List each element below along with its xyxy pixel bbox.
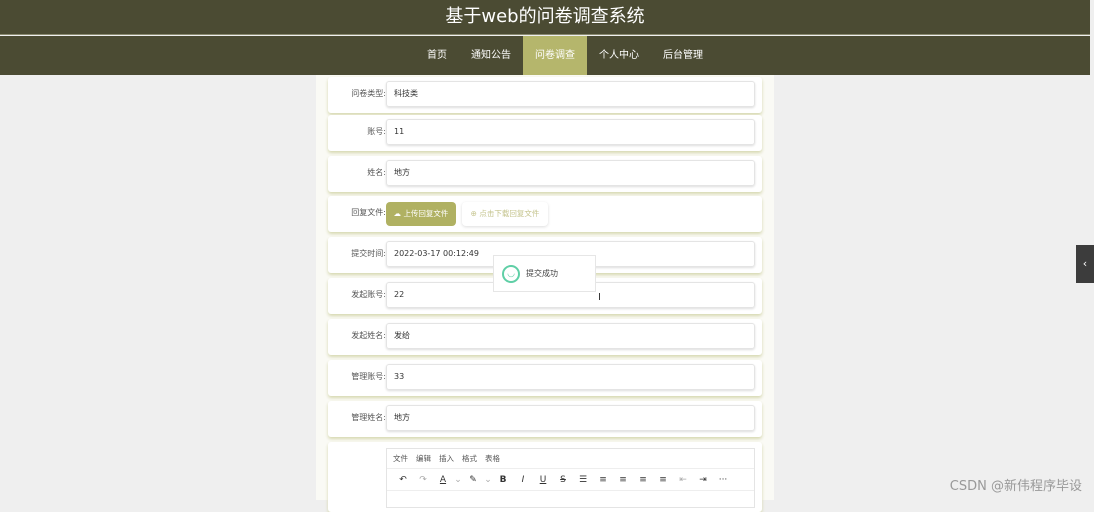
menu-format[interactable]: 格式 [462, 454, 477, 463]
name-input[interactable]: 地方 [386, 160, 755, 186]
label: 管理姓名: [351, 413, 386, 422]
label: 管理账号: [351, 372, 386, 381]
label: 发起姓名: [351, 331, 386, 340]
row-file: 回复文件: ☁ 上传回复文件 ⊕ 点击下载回复文件 [328, 196, 762, 232]
text-cursor-icon: I [598, 292, 601, 303]
italic-icon[interactable]: I [513, 475, 533, 485]
sender-name-input[interactable]: 发给 [386, 323, 755, 349]
smile-icon: ◡ [502, 265, 520, 283]
nav-admin[interactable]: 后台管理 [651, 36, 715, 75]
admin-account-input[interactable]: 33 [386, 364, 755, 390]
type-input[interactable]: 科技类 [386, 81, 755, 107]
toast-text: 提交成功 [526, 269, 558, 278]
success-toast: ◡ 提交成功 [493, 255, 596, 292]
download-link[interactable]: ⊕ 点击下载回复文件 [462, 202, 548, 226]
menu-table[interactable]: 表格 [485, 454, 500, 463]
rich-text-editor[interactable]: 文件 编辑 插入 格式 表格 ↶ ↷ A ⌄ ✎ ⌄ B I U S ☰ ≡ ≡ ≡ ≡… [386, 448, 755, 508]
label: 姓名: [367, 168, 386, 177]
chevron-down-icon[interactable]: ⌄ [453, 475, 463, 485]
label: 问卷类型: [351, 89, 386, 98]
highlight-icon[interactable]: ✎ [463, 475, 483, 485]
nav-survey[interactable]: 问卷调查 [523, 36, 587, 75]
bold-icon[interactable]: B [493, 475, 513, 485]
strikethrough-icon[interactable]: S [553, 475, 573, 485]
align-center-icon[interactable]: ≡ [613, 475, 633, 485]
label: 发起账号: [351, 290, 386, 299]
nav-notices[interactable]: 通知公告 [459, 36, 523, 75]
label: 回复文件: [351, 208, 386, 217]
row-admin-name: 管理姓名: 地方 [328, 401, 762, 437]
text-color-icon[interactable]: A [433, 475, 453, 485]
align-left-icon[interactable]: ≡ [593, 475, 613, 485]
row-name: 姓名: 地方 [328, 156, 762, 192]
admin-name-input[interactable]: 地方 [386, 405, 755, 431]
line-height-icon[interactable]: ☰ [573, 475, 593, 485]
row-admin-account: 管理账号: 33 [328, 360, 762, 396]
menu-edit[interactable]: 编辑 [416, 454, 431, 463]
download-label: 点击下载回复文件 [479, 209, 540, 218]
row-sender-name: 发起姓名: 发给 [328, 319, 762, 355]
menu-insert[interactable]: 插入 [439, 454, 454, 463]
indent-icon[interactable]: ⇥ [693, 475, 713, 485]
row-account: 账号: 11 [328, 115, 762, 151]
account-input[interactable]: 11 [386, 119, 755, 145]
menu-file[interactable]: 文件 [393, 454, 408, 463]
editor-menubar: 文件 编辑 插入 格式 表格 [387, 449, 754, 469]
redo-icon[interactable]: ↷ [413, 475, 433, 485]
align-right-icon[interactable]: ≡ [633, 475, 653, 485]
watermark: CSDN @新伟程序毕设 [949, 479, 1082, 494]
upload-label: 上传回复文件 [403, 209, 449, 218]
undo-icon[interactable]: ↶ [393, 475, 413, 485]
outdent-icon[interactable]: ⇤ [673, 475, 693, 485]
more-icon[interactable]: ··· [713, 475, 733, 485]
label: 提交时间: [351, 249, 386, 258]
label: 账号: [367, 127, 386, 136]
side-toggle-button[interactable]: ‹ [1076, 245, 1094, 283]
justify-icon[interactable]: ≡ [653, 475, 673, 485]
upload-button[interactable]: ☁ 上传回复文件 [386, 202, 456, 226]
row-type: 问卷类型: 科技类 [328, 77, 762, 113]
underline-icon[interactable]: U [533, 475, 553, 485]
nav-home[interactable]: 首页 [415, 36, 459, 75]
nav-profile[interactable]: 个人中心 [587, 36, 651, 75]
row-editor: 文件 编辑 插入 格式 表格 ↶ ↷ A ⌄ ✎ ⌄ B I U S ☰ ≡ ≡ ≡ ≡… [328, 442, 762, 512]
site-title: 基于web的问卷调查系统 [0, 0, 1090, 35]
editor-toolbar: ↶ ↷ A ⌄ ✎ ⌄ B I U S ☰ ≡ ≡ ≡ ≡ ⇤ ⇥ ··· [387, 469, 754, 491]
chevron-down-icon[interactable]: ⌄ [483, 475, 493, 485]
main-nav: 首页 通知公告 问卷调查 个人中心 后台管理 [0, 36, 1090, 75]
